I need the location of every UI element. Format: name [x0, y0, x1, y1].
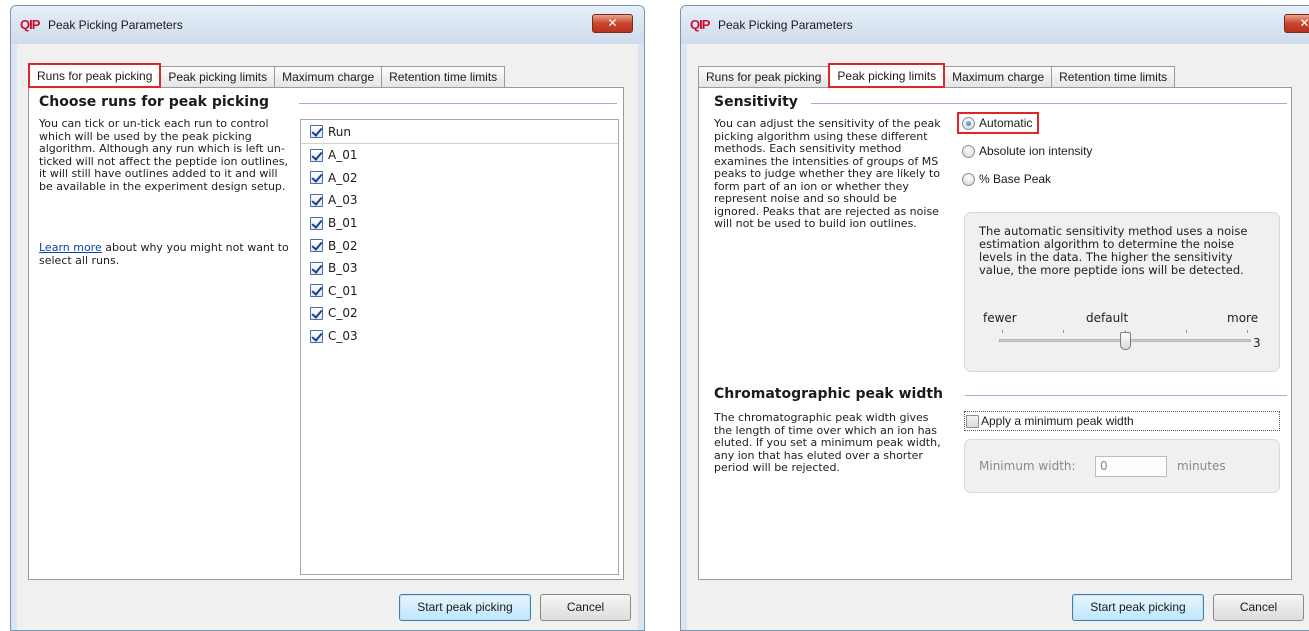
apply-min-width-box[interactable] — [966, 414, 979, 428]
run-column-header: Run — [328, 124, 352, 139]
run-rows: A_01 A_02 A_03 B_01 B_02 B_03 C_01 C_02 C_03 — [301, 144, 618, 347]
radio-automatic-button[interactable] — [962, 116, 975, 130]
window-title: Peak Picking Parameters — [48, 18, 183, 32]
runs-description: You can tick or un-tick each run to cont… — [39, 117, 289, 193]
tab-panel: Sensitivity You can adjust the sensitivi… — [698, 87, 1292, 580]
radio-absolute-button[interactable] — [962, 144, 975, 158]
tab-strip: Runs for peak picking Peak picking limit… — [698, 62, 1176, 88]
slider-tick — [1063, 330, 1064, 333]
tab-peak-picking-limits[interactable]: Peak picking limits — [160, 66, 276, 88]
slider-label-fewer: fewer — [983, 311, 1017, 325]
run-row[interactable]: C_03 — [301, 325, 618, 348]
slider-tick — [1247, 330, 1248, 333]
min-width-unit: minutes — [1177, 459, 1226, 473]
run-checkbox[interactable] — [310, 261, 323, 275]
run-row[interactable]: A_01 — [301, 144, 618, 167]
run-label: C_01 — [328, 283, 358, 298]
chromatographic-title: Chromatographic peak width — [714, 386, 944, 402]
tab-runs-for-peak-picking[interactable]: Runs for peak picking — [28, 63, 162, 88]
cancel-button[interactable]: Cancel — [540, 594, 631, 621]
window-title: Peak Picking Parameters — [718, 18, 853, 32]
run-checkbox[interactable] — [310, 193, 323, 207]
peak-picking-dialog-limits: QIP Peak Picking Parameters ✕ Runs for p… — [680, 5, 1309, 631]
title-bar[interactable]: QIP Peak Picking Parameters ✕ — [681, 6, 1309, 44]
run-label: A_01 — [328, 148, 358, 163]
sensitivity-title: Sensitivity — [714, 94, 798, 110]
learn-more-link[interactable]: Learn more — [39, 241, 102, 254]
automatic-info-text: The automatic sensitivity method uses a … — [979, 224, 1248, 277]
run-label: A_02 — [328, 170, 358, 185]
tab-runs-for-peak-picking[interactable]: Runs for peak picking — [698, 66, 830, 88]
run-row[interactable]: B_01 — [301, 212, 618, 235]
slider-label-default: default — [1086, 311, 1129, 325]
run-checkbox[interactable] — [310, 329, 323, 343]
run-label: A_03 — [328, 193, 358, 208]
sensitivity-info-box: The automatic sensitivity method uses a … — [964, 212, 1280, 372]
run-label: C_02 — [328, 306, 358, 321]
slider-value: 3 — [1253, 336, 1261, 350]
radio-absolute-ion-intensity[interactable]: Absolute ion intensity — [962, 144, 1092, 158]
select-all-checkbox[interactable] — [310, 125, 323, 138]
start-peak-picking-button[interactable]: Start peak picking — [1072, 594, 1204, 621]
run-checkbox[interactable] — [310, 216, 323, 230]
run-row[interactable]: B_02 — [301, 234, 618, 257]
app-logo-icon: QIP — [20, 17, 40, 32]
min-width-label: Minimum width: — [979, 459, 1076, 473]
chromatographic-description: The chromatographic peak width gives the… — [714, 411, 941, 474]
sensitivity-divider — [811, 103, 1287, 104]
run-checkbox[interactable] — [310, 148, 323, 162]
run-row[interactable]: C_01 — [301, 280, 618, 303]
peak-picking-dialog-runs: QIP Peak Picking Parameters ✕ Runs for p… — [10, 5, 645, 631]
run-list[interactable]: Run A_01 A_02 A_03 B_01 B_02 B_03 C_01 C_02 C_03 — [300, 119, 619, 575]
tab-panel: Choose runs for peak picking You can tic… — [28, 87, 624, 580]
apply-min-width-checkbox[interactable]: Apply a minimum peak width — [964, 411, 1280, 431]
run-checkbox[interactable] — [310, 171, 323, 185]
radio-automatic-label: Automatic — [979, 116, 1033, 130]
run-row[interactable]: A_03 — [301, 189, 618, 212]
apply-min-width-label: Apply a minimum peak width — [981, 414, 1134, 428]
radio-automatic[interactable]: Automatic — [957, 112, 1040, 134]
run-checkbox[interactable] — [310, 239, 323, 253]
title-bar[interactable]: QIP Peak Picking Parameters ✕ — [11, 6, 644, 44]
section-divider — [299, 103, 617, 104]
tab-maximum-charge[interactable]: Maximum charge — [944, 66, 1053, 88]
radio-base-peak-button[interactable] — [962, 172, 975, 186]
slider-tick — [1002, 330, 1003, 333]
run-label: C_03 — [328, 329, 358, 344]
run-checkbox[interactable] — [310, 284, 323, 298]
start-peak-picking-button[interactable]: Start peak picking — [399, 594, 531, 621]
run-label: B_02 — [328, 238, 358, 253]
cancel-button[interactable]: Cancel — [1213, 594, 1304, 621]
tab-retention-time-limits[interactable]: Retention time limits — [1051, 66, 1176, 88]
tab-strip: Runs for peak picking Peak picking limit… — [28, 62, 506, 88]
run-row[interactable]: A_02 — [301, 167, 618, 190]
radio-base-peak[interactable]: % Base Peak — [962, 172, 1051, 186]
slider-tick — [1186, 330, 1187, 333]
dialog-client: Runs for peak picking Peak picking limit… — [17, 44, 638, 630]
sensitivity-description: You can adjust the sensitivity of the pe… — [714, 117, 941, 230]
run-list-header[interactable]: Run — [301, 120, 618, 144]
dialog-client: Runs for peak picking Peak picking limit… — [687, 44, 1309, 630]
app-logo-icon: QIP — [690, 17, 710, 32]
run-row[interactable]: B_03 — [301, 257, 618, 280]
section-title: Choose runs for peak picking — [39, 94, 270, 110]
min-width-box: Minimum width: 0 minutes — [964, 439, 1280, 493]
slider-label-more: more — [1227, 311, 1259, 325]
radio-absolute-label: Absolute ion intensity — [979, 144, 1093, 158]
learn-more-paragraph: Learn more about why you might not want … — [39, 241, 297, 267]
run-label: B_03 — [328, 261, 358, 276]
chromatographic-divider — [965, 395, 1287, 396]
close-button[interactable]: ✕ — [592, 14, 633, 33]
min-width-input[interactable]: 0 — [1095, 456, 1167, 477]
tab-peak-picking-limits[interactable]: Peak picking limits — [828, 63, 946, 88]
tab-retention-time-limits[interactable]: Retention time limits — [381, 66, 506, 88]
tab-maximum-charge[interactable]: Maximum charge — [274, 66, 383, 88]
radio-base-peak-label: % Base Peak — [979, 172, 1052, 186]
run-label: B_01 — [328, 216, 358, 231]
run-checkbox[interactable] — [310, 306, 323, 320]
slider-thumb[interactable] — [1119, 332, 1131, 350]
close-button[interactable]: ✕ — [1284, 14, 1309, 33]
run-row[interactable]: C_02 — [301, 302, 618, 325]
